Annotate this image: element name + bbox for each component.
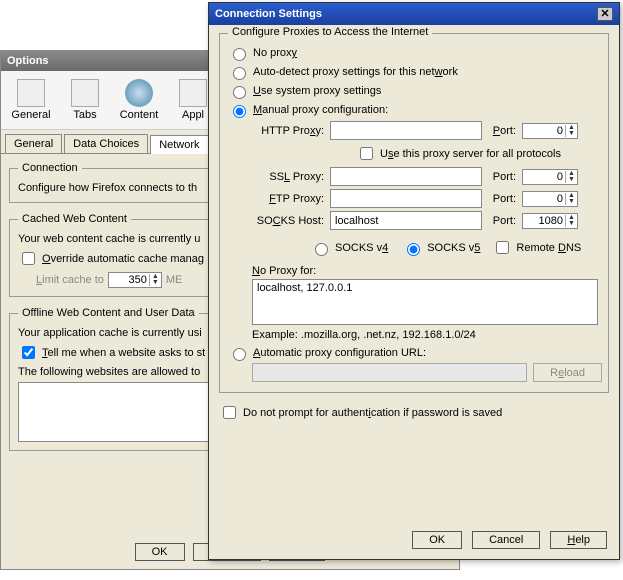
socks5-radio[interactable]: SOCKS v5 bbox=[402, 240, 480, 256]
limit-label: Limit cache to bbox=[36, 274, 104, 286]
toolbar-general[interactable]: General bbox=[5, 77, 57, 123]
spinner-arrows-icon[interactable]: ▲▼ bbox=[565, 215, 577, 227]
ok-button[interactable]: OK bbox=[412, 531, 462, 549]
connection-settings-dialog: Connection Settings ✕ Configure Proxies … bbox=[208, 2, 620, 560]
example-text: Example: .mozilla.org, .net.nz, 192.168.… bbox=[252, 329, 602, 341]
port-label: Port: bbox=[488, 215, 516, 227]
socks-host-input[interactable] bbox=[330, 211, 482, 230]
noproxy-textarea[interactable]: localhost, 127.0.0.1 bbox=[252, 279, 598, 325]
auto-config-url-input[interactable] bbox=[252, 363, 527, 382]
port-label: Port: bbox=[488, 125, 516, 137]
all-protocols-checkbox[interactable]: Use this proxy server for all protocols bbox=[356, 144, 602, 163]
port-label: Port: bbox=[488, 193, 516, 205]
proxy-grid: HTTP Proxy: Port: ▲▼ Use this proxy serv… bbox=[252, 121, 602, 261]
socks4-radio[interactable]: SOCKS v4 bbox=[310, 240, 388, 256]
cache-unit: ME bbox=[166, 274, 183, 286]
dialog-body: Configure Proxies to Access the Internet… bbox=[209, 25, 619, 434]
toolbar-tabs[interactable]: Tabs bbox=[59, 77, 111, 123]
ssl-label: SSL Proxy: bbox=[252, 171, 324, 183]
http-proxy-input[interactable] bbox=[330, 121, 482, 140]
noproxy-label: No Proxy for: bbox=[252, 265, 602, 277]
ftp-label: FTP Proxy: bbox=[252, 193, 324, 205]
spinner-arrows-icon[interactable]: ▲▼ bbox=[149, 274, 161, 286]
tab-network[interactable]: Network bbox=[150, 135, 208, 154]
no-prompt-checkbox[interactable]: Do not prompt for authentication if pass… bbox=[219, 403, 609, 422]
tabs-icon bbox=[71, 79, 99, 107]
options-ok-button[interactable]: OK bbox=[135, 543, 185, 561]
cache-legend: Cached Web Content bbox=[18, 213, 131, 225]
remote-dns-checkbox[interactable]: Remote DNS bbox=[492, 238, 581, 257]
options-title: Options bbox=[7, 55, 49, 67]
app-icon bbox=[179, 79, 207, 107]
connection-legend: Connection bbox=[18, 162, 82, 174]
toolbar-content[interactable]: Content bbox=[113, 77, 165, 123]
use-system-radio[interactable]: Use system proxy settings bbox=[228, 83, 602, 99]
ftp-proxy-input[interactable] bbox=[330, 189, 482, 208]
dialog-buttons: OK Cancel Help bbox=[412, 531, 607, 549]
cancel-button[interactable]: Cancel bbox=[472, 531, 540, 549]
dialog-title: Connection Settings bbox=[215, 8, 322, 20]
proxies-group: Configure Proxies to Access the Internet… bbox=[219, 33, 609, 393]
no-proxy-radio[interactable]: No proxy bbox=[228, 45, 602, 61]
tab-general[interactable]: General bbox=[5, 134, 62, 153]
cache-size-spinner[interactable]: ▲▼ bbox=[108, 272, 162, 288]
page-icon bbox=[17, 79, 45, 107]
auto-config-radio[interactable]: Automatic proxy configuration URL: bbox=[228, 345, 602, 361]
socks-port-spinner[interactable]: ▲▼ bbox=[522, 213, 578, 229]
reload-button[interactable]: Reload bbox=[533, 363, 602, 382]
ftp-port-spinner[interactable]: ▲▼ bbox=[522, 191, 578, 207]
port-label: Port: bbox=[488, 171, 516, 183]
help-button[interactable]: Help bbox=[550, 531, 607, 549]
auto-detect-radio[interactable]: Auto-detect proxy settings for this netw… bbox=[228, 64, 602, 80]
http-port-spinner[interactable]: ▲▼ bbox=[522, 123, 578, 139]
dialog-titlebar: Connection Settings ✕ bbox=[209, 3, 619, 25]
close-icon[interactable]: ✕ bbox=[597, 7, 613, 21]
group-title: Configure Proxies to Access the Internet bbox=[228, 26, 432, 38]
socks-version-row: SOCKS v4 SOCKS v5 Remote DNS bbox=[308, 234, 602, 261]
auto-config-control: Reload bbox=[252, 363, 602, 382]
manual-radio[interactable]: Manual proxy configuration: bbox=[228, 102, 602, 118]
spinner-arrows-icon[interactable]: ▲▼ bbox=[565, 125, 577, 137]
http-label: HTTP Proxy: bbox=[252, 125, 324, 137]
tab-data-choices[interactable]: Data Choices bbox=[64, 134, 148, 153]
ssl-proxy-input[interactable] bbox=[330, 167, 482, 186]
socks-label: SOCKS Host: bbox=[252, 215, 324, 227]
globe-icon bbox=[125, 79, 153, 107]
spinner-arrows-icon[interactable]: ▲▼ bbox=[565, 193, 577, 205]
spinner-arrows-icon[interactable]: ▲▼ bbox=[565, 171, 577, 183]
offline-legend: Offline Web Content and User Data bbox=[18, 307, 199, 319]
ssl-port-spinner[interactable]: ▲▼ bbox=[522, 169, 578, 185]
